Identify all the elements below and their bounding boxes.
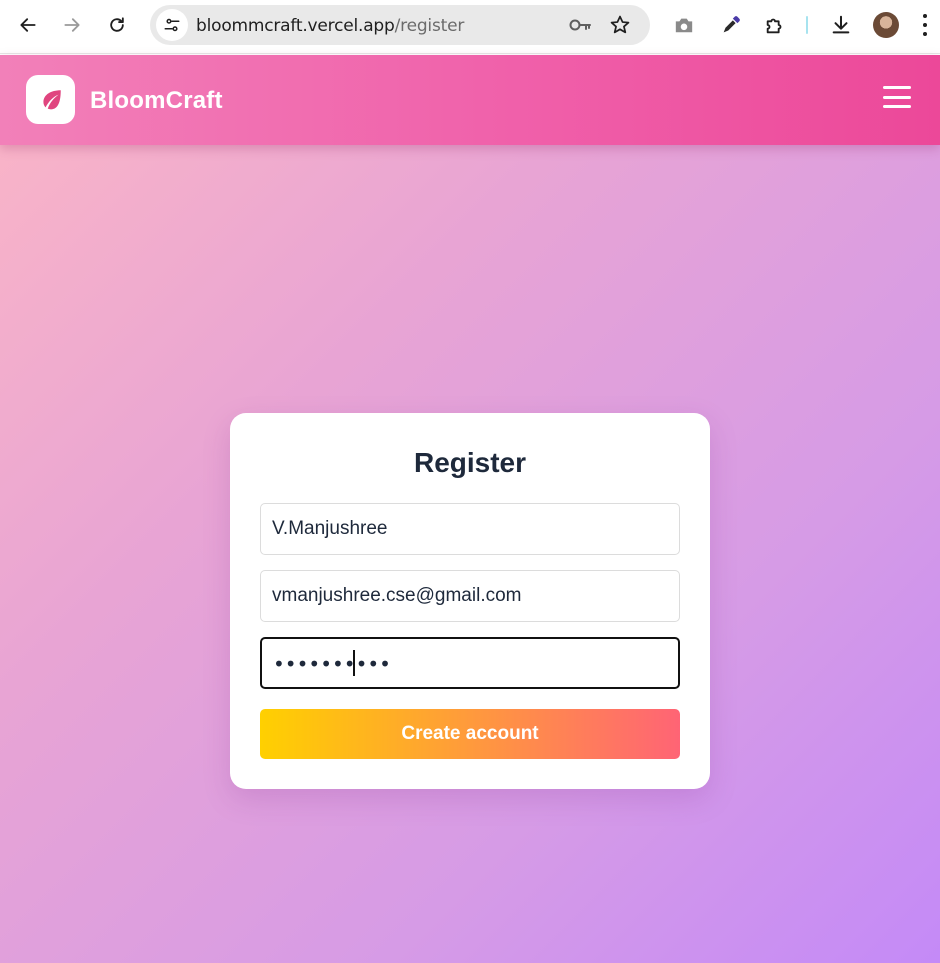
eyedropper-icon[interactable] xyxy=(718,12,744,38)
camera-icon[interactable] xyxy=(671,12,697,38)
download-icon[interactable] xyxy=(828,12,854,38)
form-title: Register xyxy=(413,447,527,478)
app-header: BloomCraft xyxy=(0,55,940,145)
address-bar[interactable]: bloommcraft.vercel.app/register xyxy=(150,5,650,45)
profile-avatar[interactable] xyxy=(873,12,899,38)
extensions-icon[interactable] xyxy=(762,12,788,38)
register-card: Register •••••••••• Create account xyxy=(230,413,710,789)
text-caret xyxy=(353,650,355,676)
email-input[interactable] xyxy=(261,571,679,621)
email-field[interactable] xyxy=(260,570,680,622)
logo[interactable] xyxy=(26,75,75,124)
leaf-icon xyxy=(42,89,61,109)
back-arrow-icon[interactable] xyxy=(12,9,44,41)
name-input[interactable] xyxy=(261,504,679,554)
url-path: /register xyxy=(394,16,465,36)
hamburger-menu-icon[interactable] xyxy=(883,86,911,108)
name-field[interactable] xyxy=(260,503,680,555)
url-host: bloommcraft.vercel.app xyxy=(196,16,395,36)
password-key-icon[interactable] xyxy=(568,15,592,40)
password-field[interactable]: •••••••••• xyxy=(260,637,680,689)
reload-icon[interactable] xyxy=(101,9,133,41)
url-text[interactable]: bloommcraft.vercel.app/register xyxy=(196,16,464,36)
toolbar-divider xyxy=(806,16,808,34)
forward-arrow-icon[interactable] xyxy=(56,9,88,41)
password-input[interactable]: •••••••••• xyxy=(273,652,391,676)
browser-toolbar: bloommcraft.vercel.app/register xyxy=(0,0,940,54)
brand-name[interactable]: BloomCraft xyxy=(90,87,223,115)
page-background: BloomCraft Register •••••••••• Create ac… xyxy=(0,55,940,963)
bookmark-star-icon[interactable] xyxy=(609,14,631,41)
create-account-button[interactable]: Create account xyxy=(260,709,680,759)
site-settings-icon[interactable] xyxy=(156,9,188,41)
more-menu-icon[interactable] xyxy=(918,12,932,38)
